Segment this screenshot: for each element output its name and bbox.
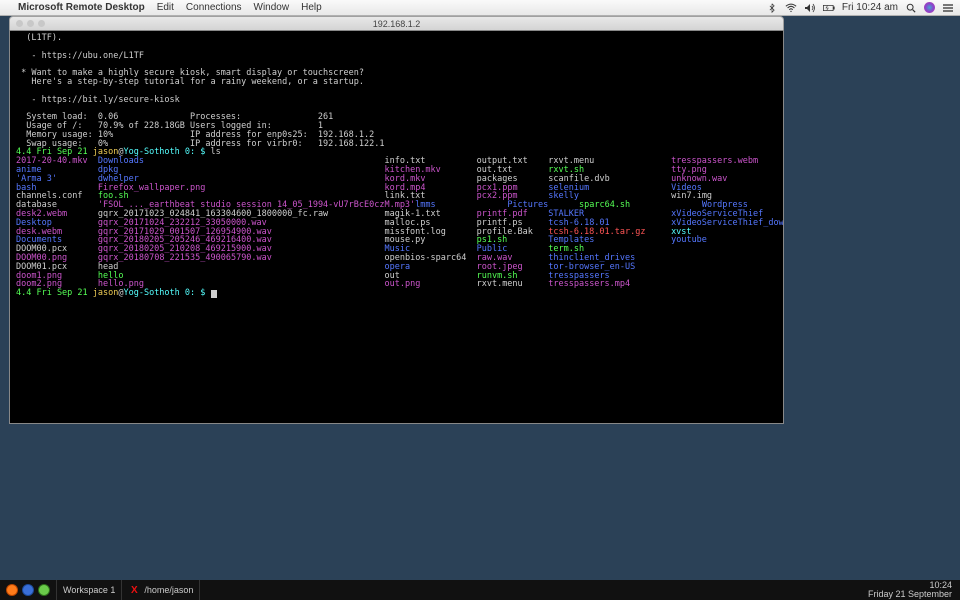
window-title-label: /home/jason	[144, 585, 193, 595]
traffic-lights[interactable]	[16, 20, 45, 27]
spotlight-icon[interactable]	[905, 3, 917, 13]
rdp-window: 192.168.1.2 (L1TF). - https://ubu.one/L1…	[9, 16, 784, 424]
firefox-icon[interactable]	[6, 584, 18, 596]
taskbar-clock[interactable]: 10:24 Friday 21 September	[860, 581, 960, 599]
bluetooth-icon[interactable]	[766, 3, 778, 13]
wifi-icon[interactable]	[785, 3, 797, 13]
rdp-title: 192.168.1.2	[373, 19, 421, 29]
macos-menubar: Microsoft Remote Desktop Edit Connection…	[0, 0, 960, 16]
workspace-label: Workspace 1	[63, 585, 115, 595]
thunderbird-icon[interactable]	[22, 584, 34, 596]
linux-taskbar: Workspace 1 X /home/jason 10:24 Friday 2…	[0, 580, 960, 600]
clock-date: Friday 21 September	[868, 590, 952, 599]
menubar-clock[interactable]: Fri 10:24 am	[842, 2, 898, 13]
pidgin-icon[interactable]	[38, 584, 50, 596]
app-name[interactable]: Microsoft Remote Desktop	[18, 2, 145, 13]
remote-desktop-viewport[interactable]: (L1TF). - https://ubu.one/L1TF * Want to…	[9, 30, 784, 424]
menu-connections[interactable]: Connections	[186, 2, 242, 13]
taskbar-launchers	[0, 580, 57, 600]
notification-center-icon[interactable]	[942, 3, 954, 13]
menu-window[interactable]: Window	[254, 2, 290, 13]
xterm-icon: X	[128, 584, 140, 596]
menu-edit[interactable]: Edit	[157, 2, 174, 13]
terminal-output[interactable]: (L1TF). - https://ubu.one/L1TF * Want to…	[16, 34, 777, 298]
rdp-titlebar[interactable]: 192.168.1.2	[9, 16, 784, 30]
workspace-switcher[interactable]: Workspace 1	[57, 580, 122, 600]
battery-icon[interactable]	[823, 3, 835, 13]
siri-icon[interactable]	[924, 2, 935, 13]
menu-help[interactable]: Help	[301, 2, 322, 13]
volume-icon[interactable]	[804, 3, 816, 13]
taskbar-window-button[interactable]: X /home/jason	[122, 580, 200, 600]
